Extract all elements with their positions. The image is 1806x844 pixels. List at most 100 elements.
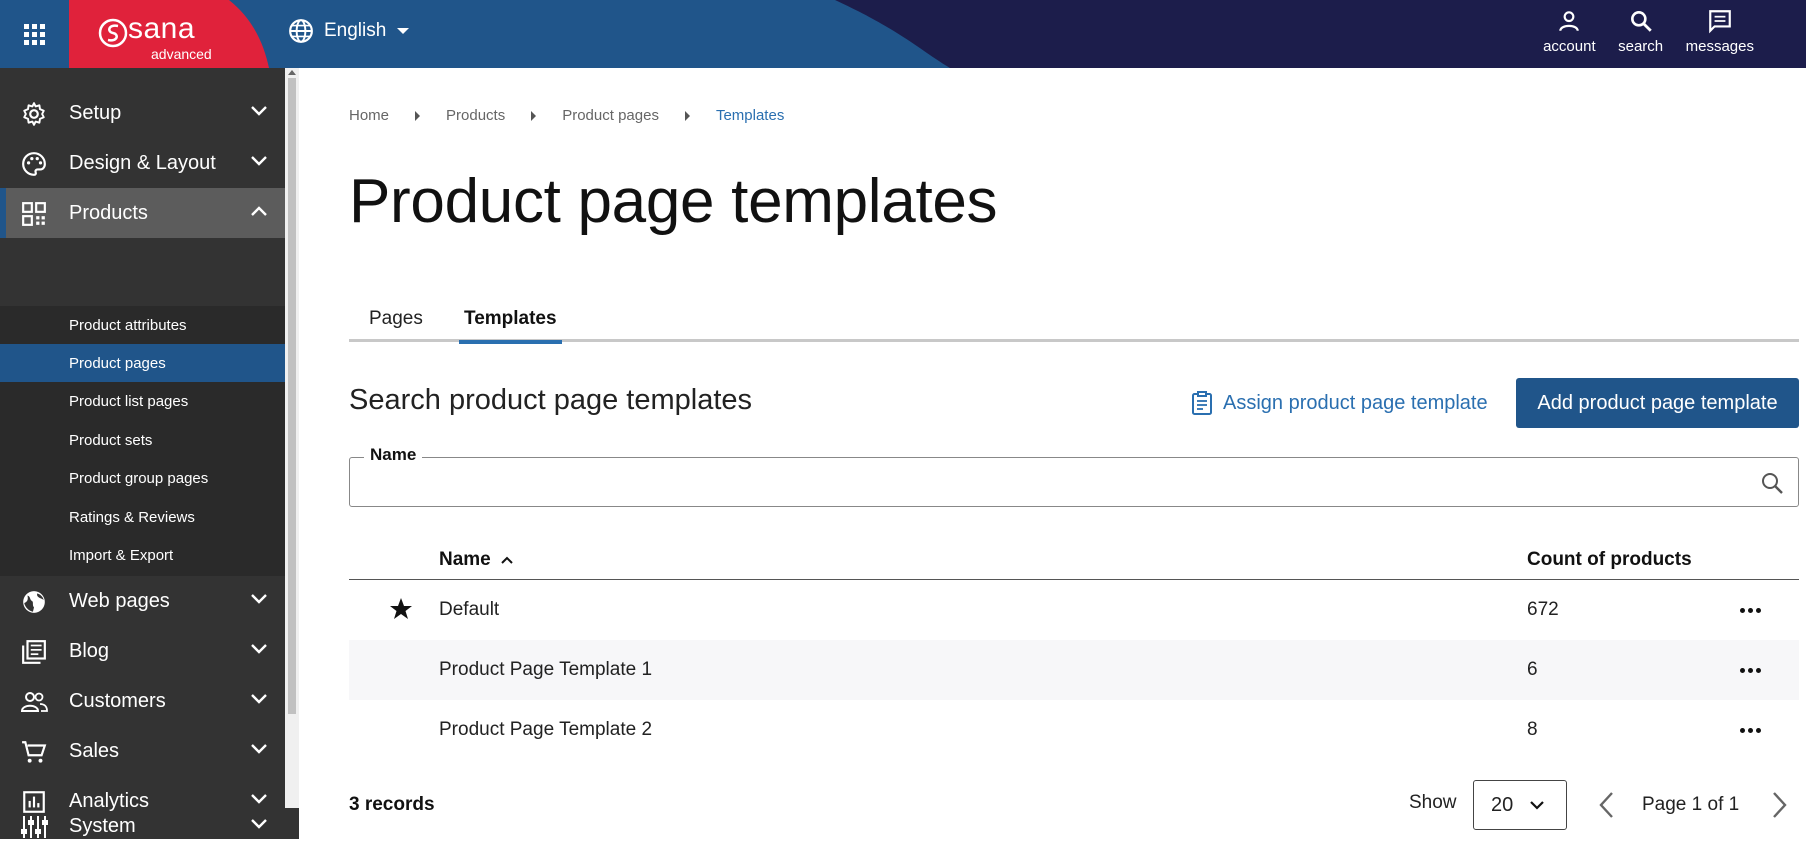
- people-icon: [20, 689, 48, 715]
- tab-bar: Pages Templates: [349, 306, 1799, 344]
- top-bar: sana advanced English account search mes…: [0, 0, 1806, 68]
- breadcrumb-separator-icon: [684, 110, 690, 121]
- default-star-icon: [390, 598, 412, 619]
- sidebar-item-label: System: [69, 815, 136, 837]
- sliders-icon: [20, 814, 48, 840]
- row-name[interactable]: Product Page Template 2: [439, 719, 652, 741]
- row-count: 8: [1527, 719, 1538, 740]
- sidebar-item-sales[interactable]: Sales: [0, 726, 285, 776]
- language-label: English: [324, 20, 387, 41]
- search-icon[interactable]: [1760, 471, 1784, 495]
- submenu-item-product-pages[interactable]: Product pages: [0, 344, 285, 382]
- show-label: Show: [1409, 792, 1457, 813]
- tab-pages[interactable]: Pages: [364, 306, 428, 342]
- messages-label: messages: [1685, 38, 1754, 55]
- chevron-down-icon: [251, 744, 267, 754]
- table-header: Name Count of products: [349, 546, 1799, 580]
- row-name[interactable]: Default: [439, 599, 499, 621]
- column-header-count[interactable]: Count of products: [1527, 549, 1692, 571]
- breadcrumb-separator-icon: [531, 110, 537, 121]
- add-template-button[interactable]: Add product page template: [1516, 378, 1799, 428]
- messages-button[interactable]: messages: [1686, 8, 1754, 55]
- sidebar-item-label: Design & Layout: [69, 152, 216, 174]
- sidebar-item-label: Setup: [69, 102, 122, 124]
- sidebar-item-customers[interactable]: Customers: [0, 676, 285, 726]
- chevron-down-icon: [1530, 801, 1545, 810]
- caret-down-icon: [397, 28, 410, 34]
- previous-page-icon[interactable]: [1597, 790, 1617, 820]
- language-selector[interactable]: English: [288, 18, 410, 44]
- messages-icon: [1708, 10, 1731, 34]
- account-label: account: [1543, 38, 1596, 55]
- chevron-down-icon: [251, 106, 267, 116]
- search-icon: [1630, 11, 1652, 32]
- cart-icon: [20, 739, 48, 765]
- search-button[interactable]: search: [1616, 8, 1666, 55]
- row-count: 672: [1527, 599, 1559, 620]
- row-more-actions-icon[interactable]: [1735, 716, 1765, 744]
- sidebar-item-blog[interactable]: Blog: [0, 626, 285, 676]
- column-header-name-label: Name: [439, 549, 491, 570]
- column-header-name[interactable]: Name: [439, 549, 513, 571]
- breadcrumb: Home Products Product pages Templates: [349, 107, 784, 124]
- account-button[interactable]: account: [1543, 8, 1596, 55]
- search-label: search: [1618, 38, 1664, 55]
- next-page-icon[interactable]: [1769, 790, 1789, 820]
- submenu-item-import-export[interactable]: Import & Export: [0, 536, 285, 574]
- name-field-label: Name: [364, 445, 423, 465]
- search-section-title: Search product page templates: [349, 384, 753, 416]
- assign-template-link[interactable]: Assign product page template: [1191, 391, 1488, 415]
- breadcrumb-home[interactable]: Home: [349, 107, 389, 124]
- table-row[interactable]: Product Page Template 2 8: [349, 700, 1799, 760]
- row-more-actions-icon[interactable]: [1735, 656, 1765, 684]
- scroll-up-arrow-icon[interactable]: [288, 70, 296, 75]
- table-row[interactable]: Default 672: [349, 580, 1799, 640]
- sidebar-item-setup[interactable]: Setup: [0, 88, 285, 138]
- sidebar-item-label: Web pages: [69, 590, 170, 612]
- name-search-input[interactable]: [360, 468, 1740, 498]
- chevron-down-icon: [251, 594, 267, 604]
- header-actions: account search messages: [1543, 8, 1754, 55]
- row-more-actions-icon[interactable]: [1735, 596, 1765, 624]
- breadcrumb-products[interactable]: Products: [446, 107, 505, 124]
- account-icon: [1559, 11, 1580, 32]
- row-name[interactable]: Product Page Template 1: [439, 659, 652, 681]
- app-launcher-button[interactable]: [0, 0, 69, 68]
- scrollbar-thumb[interactable]: [288, 78, 296, 714]
- submenu-item-product-sets[interactable]: Product sets: [0, 421, 285, 459]
- globe-icon: [20, 589, 48, 615]
- name-search-field: Name: [349, 445, 1799, 507]
- gear-icon: [20, 101, 48, 127]
- sana-logo-icon: [98, 18, 128, 48]
- table-row[interactable]: Product Page Template 1 6: [349, 640, 1799, 700]
- chevron-down-icon: [251, 156, 267, 166]
- submenu-item-product-list-pages[interactable]: Product list pages: [0, 382, 285, 420]
- chevron-down-icon: [251, 794, 267, 804]
- breadcrumb-product-pages[interactable]: Product pages: [562, 107, 659, 124]
- submenu-item-product-attributes[interactable]: Product attributes: [0, 306, 285, 344]
- sidebar-item-design-layout[interactable]: Design & Layout: [0, 138, 285, 188]
- page-size-select[interactable]: 20: [1473, 780, 1567, 830]
- brand-edition: advanced: [151, 46, 212, 62]
- breadcrumb-separator-icon: [415, 110, 421, 121]
- submenu-item-product-group-pages[interactable]: Product group pages: [0, 459, 285, 497]
- sidebar-item-label: Blog: [69, 640, 110, 662]
- breadcrumb-templates: Templates: [715, 107, 785, 124]
- tab-templates[interactable]: Templates: [459, 306, 562, 344]
- sidebar-scrollbar[interactable]: [285, 68, 299, 839]
- submenu-item-ratings-reviews[interactable]: Ratings & Reviews: [0, 498, 285, 536]
- sidebar-item-system[interactable]: System: [0, 806, 285, 844]
- chevron-down-icon: [251, 694, 267, 704]
- apps-grid-icon: [24, 23, 45, 45]
- page-info: Page 1 of 1: [1642, 794, 1740, 815]
- row-count: 6: [1527, 659, 1538, 680]
- assign-template-label: Assign product page template: [1223, 391, 1488, 414]
- products-submenu: Product attributes Product pages Product…: [0, 306, 285, 576]
- chevron-down-icon: [251, 819, 267, 829]
- sidebar-item-products[interactable]: Products: [0, 188, 285, 238]
- page-title: Product page templates: [349, 167, 998, 236]
- clipboard-icon: [1192, 391, 1212, 415]
- sidebar-item-web-pages[interactable]: Web pages: [0, 576, 285, 626]
- sidebar-bottom-strip: [285, 808, 299, 839]
- chevron-up-icon: [251, 206, 267, 216]
